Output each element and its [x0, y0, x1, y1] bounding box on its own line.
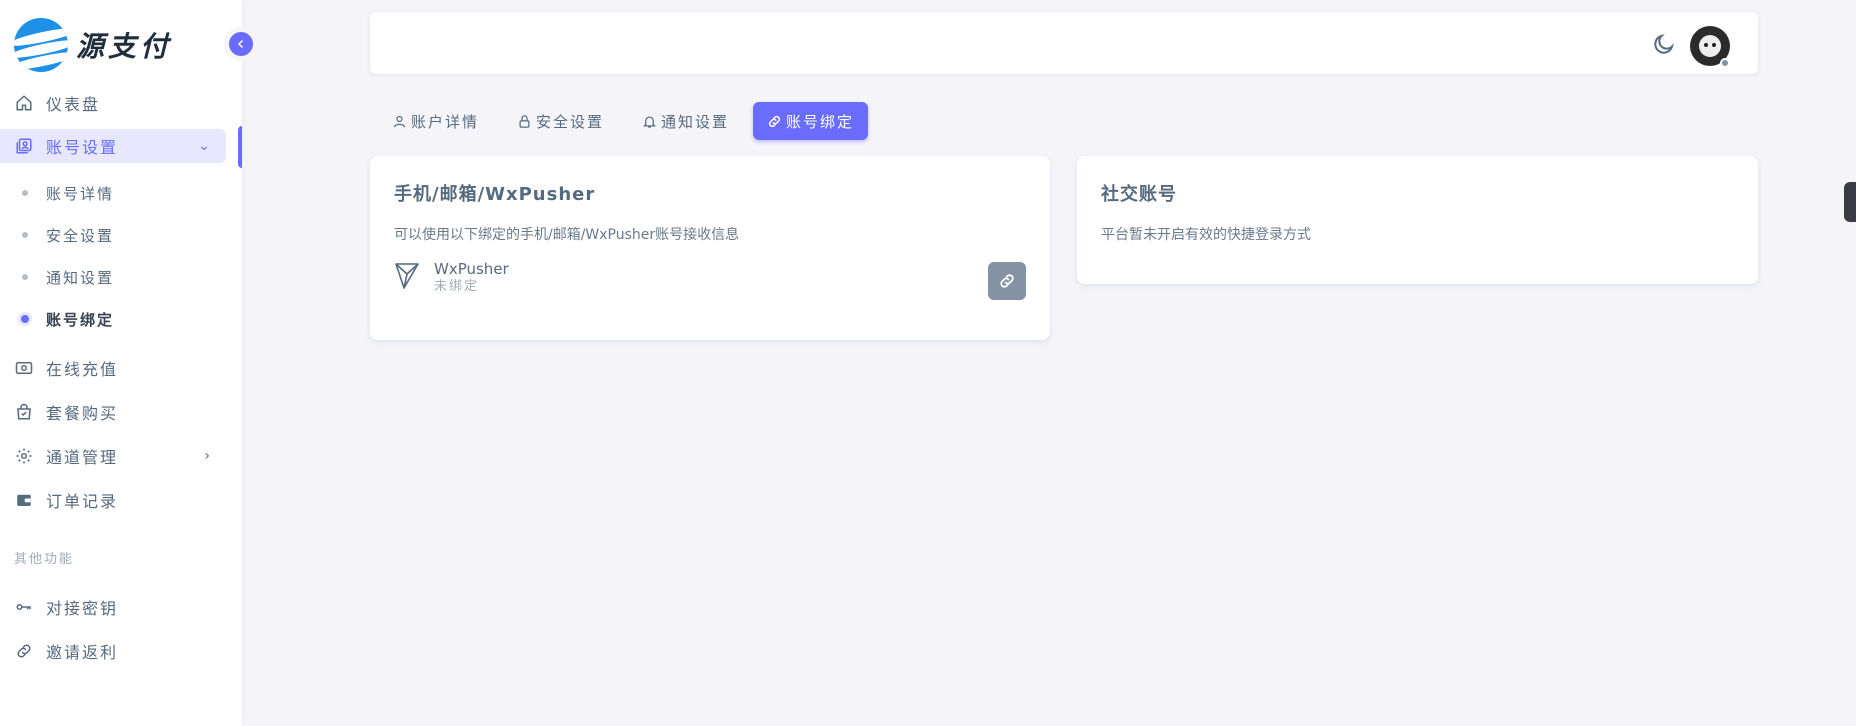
sidebar-item-label: 通道管理	[46, 448, 119, 467]
sidebar-section-header: 其他功能	[14, 552, 75, 567]
sidebar-item-order-records[interactable]: 订单记录	[0, 483, 226, 517]
gear-icon	[14, 446, 34, 466]
sidebar-item-package-purchase[interactable]: 套餐购买	[0, 395, 226, 429]
sidebar-subitem-account-binding[interactable]: 账号绑定	[0, 304, 226, 334]
sidebar-subitem-notifications[interactable]: 通知设置	[0, 262, 226, 292]
customizer-handle[interactable]	[1844, 182, 1856, 222]
brand-name: 源支付	[76, 30, 173, 63]
avatar-status-dot	[1720, 58, 1730, 68]
tab-notification-settings[interactable]: 通知设置	[628, 102, 743, 140]
sidebar-item-label: 账号设置	[46, 138, 119, 157]
tab-account-binding[interactable]: 账号绑定	[753, 102, 869, 140]
link-icon	[14, 641, 34, 661]
sidebar-subitem-label: 安全设置	[46, 226, 115, 245]
source-pay-logo-icon	[14, 18, 68, 72]
user-icon	[393, 115, 406, 127]
money-icon	[14, 358, 34, 378]
sidebar-item-label: 在线充值	[46, 360, 119, 379]
lock-icon	[519, 114, 530, 128]
list-item: WxPusher 未绑定	[394, 260, 509, 296]
moon-icon[interactable]	[1652, 32, 1676, 56]
sidebar-item-label: 邀请返利	[46, 643, 119, 662]
sidebar-subitem-label: 账号详情	[46, 184, 115, 203]
tab-label: 账户详情	[411, 112, 480, 131]
link-icon	[768, 115, 781, 127]
sidebar-item-label: 仪表盘	[46, 95, 101, 114]
home-icon	[14, 93, 34, 113]
card-title: 手机/邮箱/WxPusher	[394, 184, 596, 205]
sidebar-item-label: 对接密钥	[46, 599, 119, 618]
chevron-left-icon	[237, 39, 244, 49]
bell-icon	[643, 116, 657, 128]
wallet-icon	[14, 490, 34, 510]
sidebar-item-label: 套餐购买	[46, 404, 119, 423]
sidebar-item-channel-management[interactable]: 通道管理 ›	[0, 439, 226, 473]
binding-status: 未绑定	[434, 279, 480, 294]
account-box-icon	[14, 136, 34, 156]
contact-binding-card: 手机/邮箱/WxPusher 可以使用以下绑定的手机/邮箱/WxPusher账号…	[370, 156, 1050, 340]
tab-security-settings[interactable]: 安全设置	[503, 102, 618, 140]
sidebar-subitem-label: 账号绑定	[46, 310, 115, 329]
tab-label: 账号绑定	[786, 112, 855, 131]
sidebar-subitem-label: 通知设置	[46, 268, 115, 287]
account-tabs: 账户详情 安全设置 通知设置 账号绑定	[378, 102, 878, 140]
sidebar-subitem-security[interactable]: 安全设置	[0, 220, 226, 250]
sidebar-subitem-account-details[interactable]: 账号详情	[0, 178, 226, 208]
link-icon	[1000, 274, 1014, 288]
chevron-down-icon: ⌄	[198, 138, 212, 154]
brand[interactable]: 源支付	[14, 18, 244, 72]
tab-label: 安全设置	[536, 112, 605, 131]
sidebar-item-account-settings[interactable]: 账号设置 ⌄	[0, 129, 226, 163]
sidebar-item-dashboard[interactable]: 仪表盘	[0, 86, 226, 120]
key-icon	[14, 597, 34, 617]
card-description: 平台暂未开启有效的快捷登录方式	[1101, 227, 1311, 243]
bind-wxpusher-button[interactable]	[988, 262, 1026, 300]
shopping-bag-icon	[14, 402, 34, 422]
tab-label: 通知设置	[661, 112, 730, 131]
sidebar: 源支付 仪表盘 账号设置 ⌄ 账号详情 安全设置 通知设置 账号绑定 在线充值	[0, 0, 242, 726]
card-description: 可以使用以下绑定的手机/邮箱/WxPusher账号接收信息	[394, 227, 740, 243]
active-indicator	[238, 126, 242, 168]
chevron-right-icon: ›	[204, 448, 212, 464]
binding-name: WxPusher	[434, 260, 509, 278]
wxpusher-icon	[395, 263, 419, 289]
sidebar-item-recharge[interactable]: 在线充值	[0, 351, 226, 385]
social-accounts-card: 社交账号 平台暂未开启有效的快捷登录方式	[1077, 156, 1758, 284]
sidebar-item-api-keys[interactable]: 对接密钥	[0, 590, 226, 624]
tab-account-details[interactable]: 账户详情	[378, 102, 493, 140]
sidebar-collapse-button[interactable]	[229, 32, 253, 56]
top-navbar	[370, 12, 1758, 74]
sidebar-item-referral[interactable]: 邀请返利	[0, 634, 226, 668]
card-title: 社交账号	[1101, 184, 1177, 205]
sidebar-item-label: 订单记录	[46, 492, 119, 511]
